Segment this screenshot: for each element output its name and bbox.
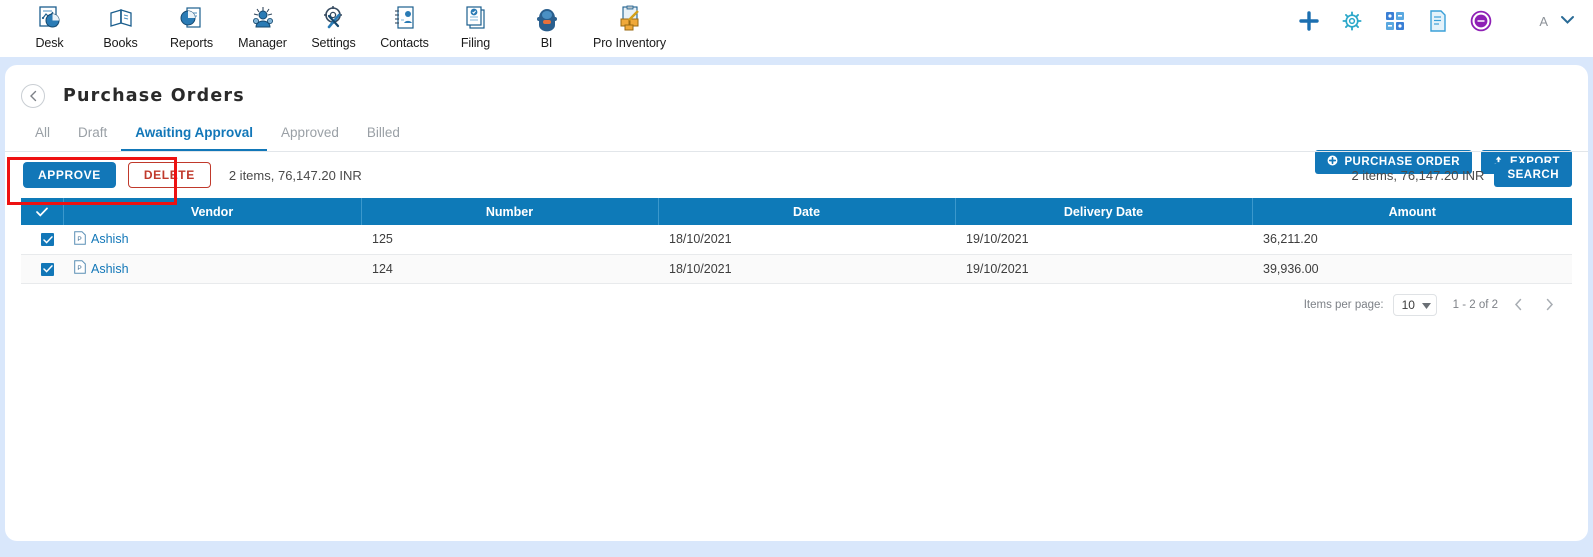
selection-summary-left: 2 items, 76,147.20 INR xyxy=(228,167,362,183)
app-label: Contacts xyxy=(380,36,429,50)
approve-button[interactable]: APPROVE xyxy=(23,162,116,188)
chevron-right-icon[interactable] xyxy=(1538,294,1560,316)
po-document-icon: P xyxy=(74,260,86,277)
column-header-number[interactable]: Number xyxy=(361,198,659,225)
cell-number: 124 xyxy=(361,254,658,284)
gear-icon[interactable] xyxy=(1339,8,1365,34)
app-item-contacts[interactable]: Contacts xyxy=(369,0,440,56)
column-header-amount[interactable]: Amount xyxy=(1252,198,1572,225)
app-item-filing[interactable]: Filing xyxy=(440,0,511,56)
search-area: 2 items, 76,147.20 INR SEARCH xyxy=(1351,163,1572,187)
table-header-row: Vendor Number Date Delivery Date Amount xyxy=(21,198,1572,225)
items-per-page-label: Items per page: xyxy=(1303,298,1384,311)
cell-amount: 36,211.20 xyxy=(1252,225,1572,255)
cell-delivery-date: 19/10/2021 xyxy=(955,225,1252,255)
user-initial: A xyxy=(1539,13,1548,29)
user-menu[interactable]: A xyxy=(1539,12,1575,30)
svg-text:P: P xyxy=(77,265,81,272)
apps-grid-icon[interactable] xyxy=(1382,8,1408,34)
column-header-delivery-date[interactable]: Delivery Date xyxy=(955,198,1253,225)
app-label: Settings xyxy=(311,36,356,50)
vendor-link[interactable]: Ashish xyxy=(91,262,129,276)
cell-vendor: P Ashish xyxy=(63,225,361,255)
tab-awaiting-approval[interactable]: Awaiting Approval xyxy=(121,119,268,151)
back-button[interactable] xyxy=(21,84,45,108)
column-header-vendor[interactable]: Vendor xyxy=(63,198,362,225)
page-header: Purchase Orders xyxy=(5,65,1588,109)
app-label: Manager xyxy=(238,36,287,50)
app-label: Books xyxy=(103,36,138,50)
cell-number: 125 xyxy=(361,225,658,255)
app-item-pro-inventory[interactable]: Pro Inventory xyxy=(582,0,677,56)
purchase-orders-table-wrap: Vendor Number Date Delivery Date Amount xyxy=(5,198,1588,284)
column-header-date[interactable]: Date xyxy=(658,198,956,225)
add-plus-icon[interactable] xyxy=(1296,8,1322,34)
app-label: Reports xyxy=(169,36,214,50)
vendor-link[interactable]: Ashish xyxy=(91,232,129,246)
app-label: BI xyxy=(540,36,553,50)
purchase-orders-table: Vendor Number Date Delivery Date Amount xyxy=(21,198,1572,284)
select-all-checkbox[interactable] xyxy=(35,205,49,219)
contacts-icon xyxy=(390,3,420,33)
row-select-cell[interactable] xyxy=(21,254,63,284)
app-item-reports[interactable]: Reports xyxy=(156,0,227,56)
bulk-action-bar: APPROVE DELETE 2 items, 76,147.20 INR 2 … xyxy=(5,152,1588,198)
cell-date: 18/10/2021 xyxy=(658,254,955,284)
select-all-header[interactable] xyxy=(21,198,64,225)
table-body: P Ashish 125 18/10/2021 19/10/2021 36,21… xyxy=(21,225,1572,284)
row-checkbox[interactable] xyxy=(41,233,54,247)
selection-summary-right: 2 items, 76,147.20 INR xyxy=(1351,167,1485,183)
items-per-page-value: 10 xyxy=(1401,297,1415,312)
items-per-page-select[interactable]: 10 xyxy=(1392,293,1437,316)
tab-draft[interactable]: Draft xyxy=(64,119,121,151)
top-right-actions: A xyxy=(1296,8,1585,34)
reports-icon xyxy=(177,3,207,33)
search-button[interactable]: SEARCH xyxy=(1494,163,1572,187)
svg-text:P: P xyxy=(77,236,81,243)
support-badge-icon[interactable] xyxy=(1468,8,1494,34)
app-item-settings[interactable]: Settings xyxy=(298,0,369,56)
books-icon xyxy=(106,3,136,33)
page-range-label: 1 - 2 of 2 xyxy=(1452,298,1498,311)
app-item-books[interactable]: Books xyxy=(85,0,156,56)
cell-amount: 39,936.00 xyxy=(1252,254,1572,284)
tab-billed[interactable]: Billed xyxy=(353,119,414,151)
tab-approved[interactable]: Approved xyxy=(267,119,353,151)
app-item-desk[interactable]: Desk xyxy=(14,0,85,56)
status-tabs: All Draft Awaiting Approval Approved Bil… xyxy=(5,119,1588,152)
row-select-cell[interactable] xyxy=(21,225,63,255)
tab-all[interactable]: All xyxy=(21,119,64,151)
document-icon[interactable] xyxy=(1425,8,1451,34)
desk-icon xyxy=(35,3,65,33)
app-label: Desk xyxy=(35,36,64,50)
app-label: Filing xyxy=(460,36,491,50)
po-document-icon: P xyxy=(74,230,86,248)
cell-date: 18/10/2021 xyxy=(658,225,955,255)
pagination: Items per page: 10 1 - 2 of 2 xyxy=(5,284,1588,316)
app-item-manager[interactable]: Manager xyxy=(227,0,298,56)
filing-icon xyxy=(461,3,491,33)
delete-button[interactable]: DELETE xyxy=(127,162,211,188)
cell-vendor: P Ashish xyxy=(63,254,361,284)
chevron-left-icon[interactable] xyxy=(1507,294,1529,316)
app-label: Pro Inventory xyxy=(592,36,667,50)
settings-icon xyxy=(319,3,349,33)
app-item-bi[interactable]: BI xyxy=(511,0,582,56)
table-header: Vendor Number Date Delivery Date Amount xyxy=(21,198,1572,225)
content-card: Purchase Orders PURCHASE ORDER EXPORT Al… xyxy=(5,65,1588,541)
bi-icon xyxy=(532,3,562,33)
manager-icon xyxy=(248,3,278,33)
table-row[interactable]: P Ashish 124 18/10/2021 19/10/2021 39,93… xyxy=(21,254,1572,284)
row-checkbox[interactable] xyxy=(41,262,54,276)
pro-inventory-icon xyxy=(615,3,645,33)
cell-delivery-date: 19/10/2021 xyxy=(955,254,1252,284)
top-app-bar: Desk Books Reports Manager Settings Cont… xyxy=(0,0,1593,57)
page-title: Purchase Orders xyxy=(63,86,245,106)
chevron-down-icon xyxy=(1421,298,1431,312)
chevron-down-icon[interactable] xyxy=(1560,12,1575,30)
table-row[interactable]: P Ashish 125 18/10/2021 19/10/2021 36,21… xyxy=(21,225,1572,255)
